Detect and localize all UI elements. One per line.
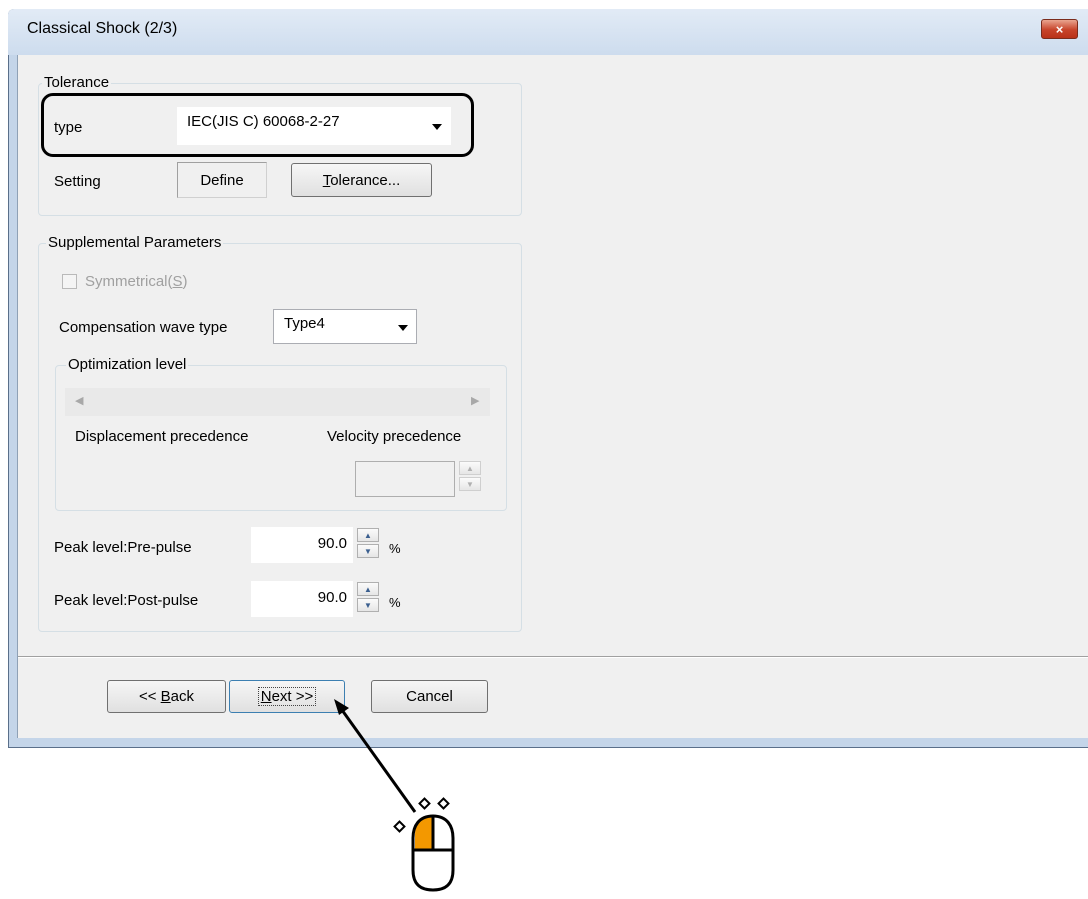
pre-pulse-input[interactable]: 90.0	[251, 527, 353, 563]
scroll-right-icon[interactable]: ▶	[471, 394, 479, 407]
back-button[interactable]: << Back	[107, 680, 226, 713]
mouse-annotation	[334, 699, 455, 892]
post-pulse-label: Peak level:Post-pulse	[54, 592, 199, 609]
optimization-legend: Optimization level	[66, 356, 189, 373]
optimization-value-field[interactable]	[355, 461, 455, 497]
compensation-wave-select[interactable]: Type4	[273, 309, 417, 344]
symmetrical-checkbox[interactable]	[62, 274, 77, 289]
post-pulse-unit: %	[389, 595, 401, 610]
spin-down-icon[interactable]: ▼	[459, 477, 481, 491]
spin-up-icon[interactable]: ▲	[357, 582, 379, 596]
spin-up-icon[interactable]: ▲	[357, 528, 379, 542]
optimization-spinner[interactable]: ▲ ▼	[459, 461, 483, 493]
spin-down-icon[interactable]: ▼	[357, 544, 379, 558]
compensation-wave-value: Type4	[284, 315, 325, 332]
window-title: Classical Shock (2/3)	[27, 20, 178, 37]
spin-up-icon[interactable]: ▲	[459, 461, 481, 475]
close-icon: ×	[1055, 21, 1064, 37]
pre-pulse-spinner[interactable]: ▲ ▼	[357, 528, 381, 560]
displacement-precedence-label: Displacement precedence	[75, 428, 249, 445]
pre-pulse-unit: %	[389, 541, 401, 556]
chevron-down-icon	[398, 325, 408, 331]
optimization-slider[interactable]: ◀ ▶	[65, 388, 490, 416]
scroll-left-icon[interactable]: ◀	[75, 394, 83, 407]
spin-down-icon[interactable]: ▼	[357, 598, 379, 612]
symmetrical-label: Symmetrical(S)	[85, 273, 188, 290]
post-pulse-input[interactable]: 90.0	[251, 581, 353, 617]
mouse-click-icon	[393, 797, 455, 892]
post-pulse-spinner[interactable]: ▲ ▼	[357, 582, 381, 614]
highlight-box	[41, 93, 474, 157]
setting-value: Define	[177, 162, 267, 198]
button-separator-highlight	[18, 657, 1088, 658]
compensation-wave-label: Compensation wave type	[59, 319, 228, 336]
tolerance-button[interactable]: Tolerance...	[291, 163, 432, 197]
tolerance-legend: Tolerance	[42, 74, 112, 91]
pointer-arrow-icon	[334, 699, 417, 813]
velocity-precedence-label: Velocity precedence	[327, 428, 462, 445]
supplemental-legend: Supplemental Parameters	[46, 234, 224, 251]
close-button[interactable]: ×	[1041, 19, 1078, 39]
setting-label: Setting	[54, 173, 101, 190]
pre-pulse-label: Peak level:Pre-pulse	[54, 539, 192, 556]
